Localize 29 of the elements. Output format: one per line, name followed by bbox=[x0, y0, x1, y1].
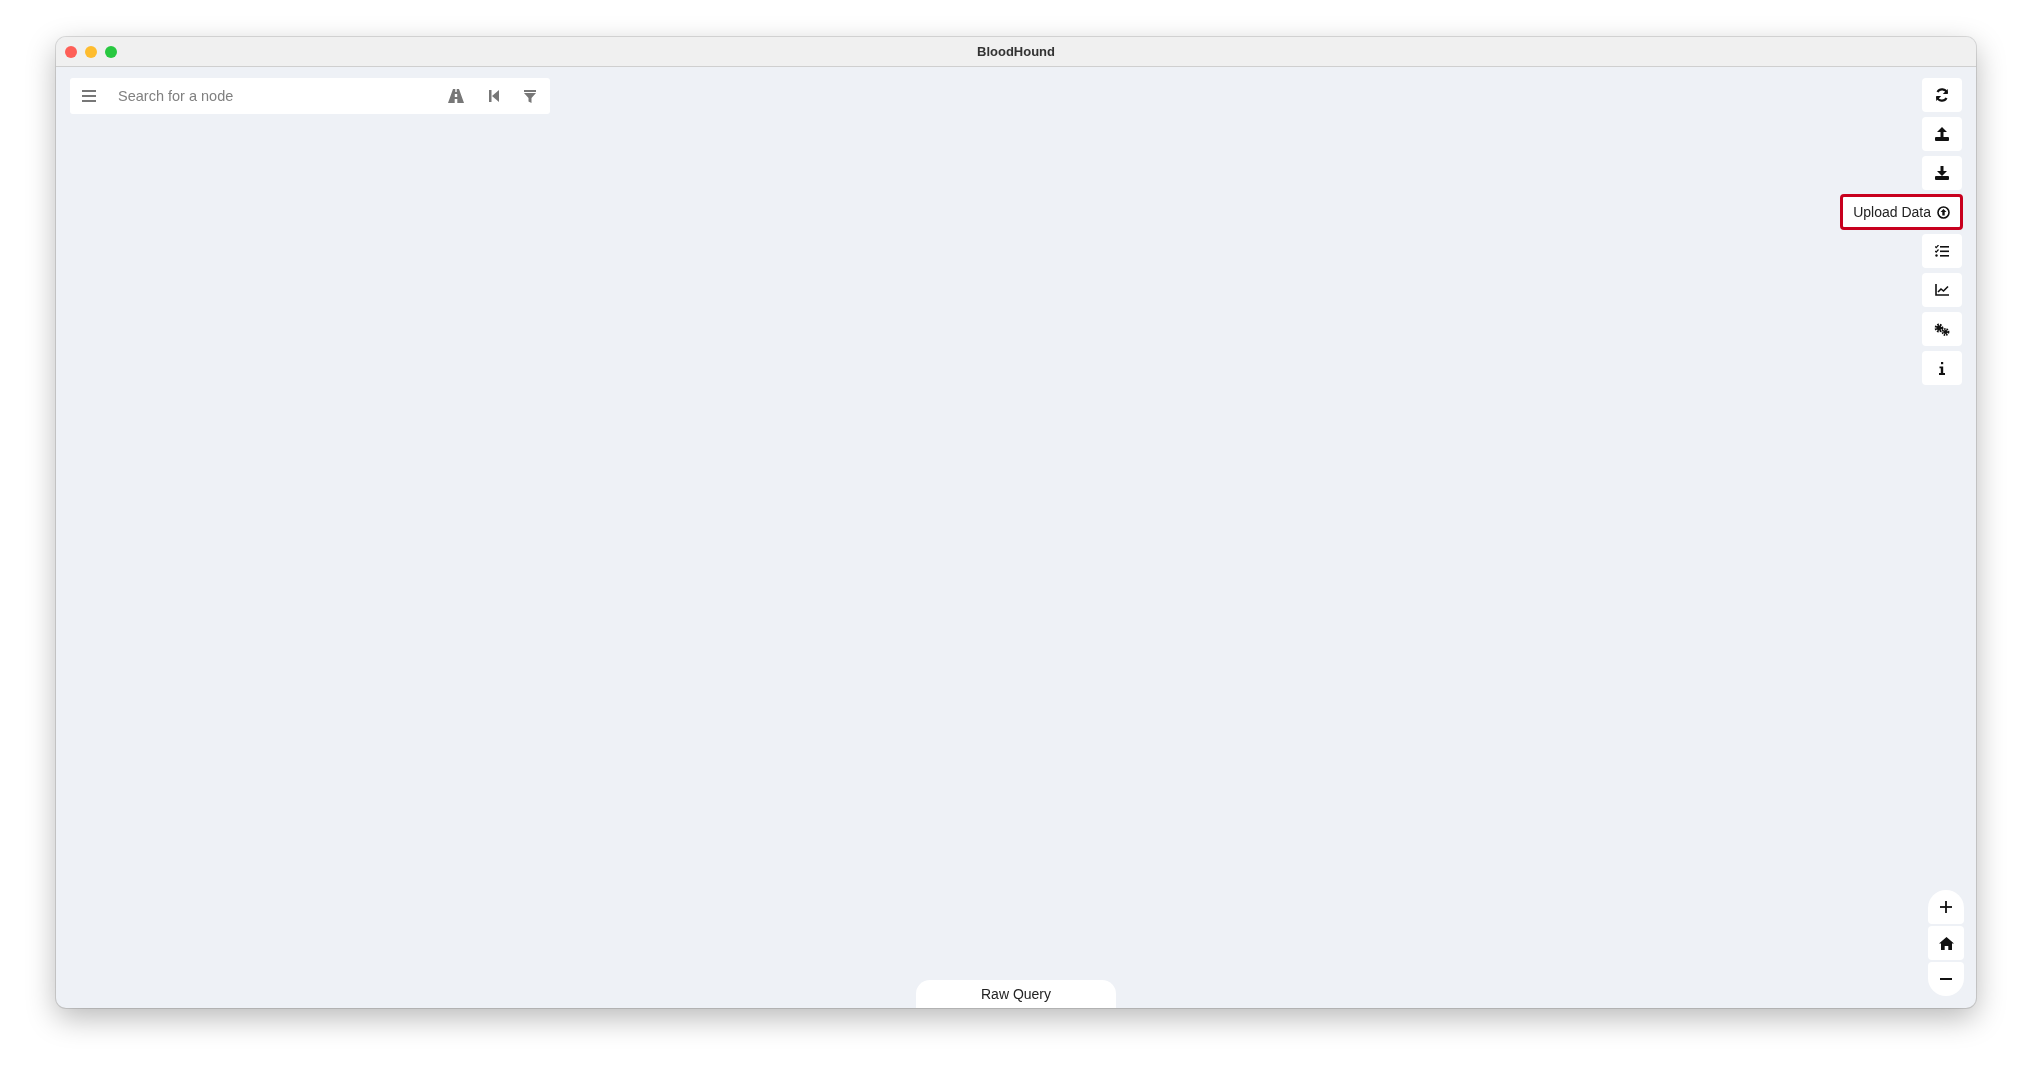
filter-icon[interactable] bbox=[524, 89, 536, 103]
line-chart-icon bbox=[1935, 284, 1949, 296]
settings-button[interactable] bbox=[1922, 312, 1962, 346]
zoom-in-icon bbox=[1940, 901, 1952, 913]
checklist-button[interactable] bbox=[1922, 234, 1962, 268]
search-bar[interactable]: Search for a node bbox=[70, 78, 550, 114]
upload-data-button[interactable]: Upload Data bbox=[1840, 194, 1963, 230]
road-icon[interactable] bbox=[448, 89, 464, 103]
refresh-button[interactable] bbox=[1922, 78, 1962, 112]
refresh-icon bbox=[1935, 88, 1949, 102]
home-button[interactable] bbox=[1928, 926, 1964, 960]
close-button[interactable] bbox=[65, 45, 77, 58]
upload-button[interactable] bbox=[1922, 117, 1962, 151]
window-title: BloodHound bbox=[977, 44, 1055, 59]
gears-icon bbox=[1934, 322, 1950, 336]
download-button[interactable] bbox=[1922, 156, 1962, 190]
raw-query-button[interactable]: Raw Query bbox=[916, 980, 1116, 1008]
skip-back-icon[interactable] bbox=[489, 90, 499, 102]
upload-icon bbox=[1935, 127, 1949, 141]
info-button[interactable] bbox=[1922, 351, 1962, 385]
menu-icon[interactable] bbox=[82, 90, 96, 102]
info-icon bbox=[1939, 361, 1945, 375]
zoom-in-button[interactable] bbox=[1928, 890, 1964, 924]
home-icon bbox=[1938, 936, 1954, 950]
search-field[interactable]: Search for a node bbox=[116, 77, 448, 115]
download-icon bbox=[1935, 166, 1949, 180]
checklist-icon bbox=[1935, 245, 1949, 257]
arrow-up-circle-icon bbox=[1937, 205, 1950, 219]
chart-button[interactable] bbox=[1922, 273, 1962, 307]
